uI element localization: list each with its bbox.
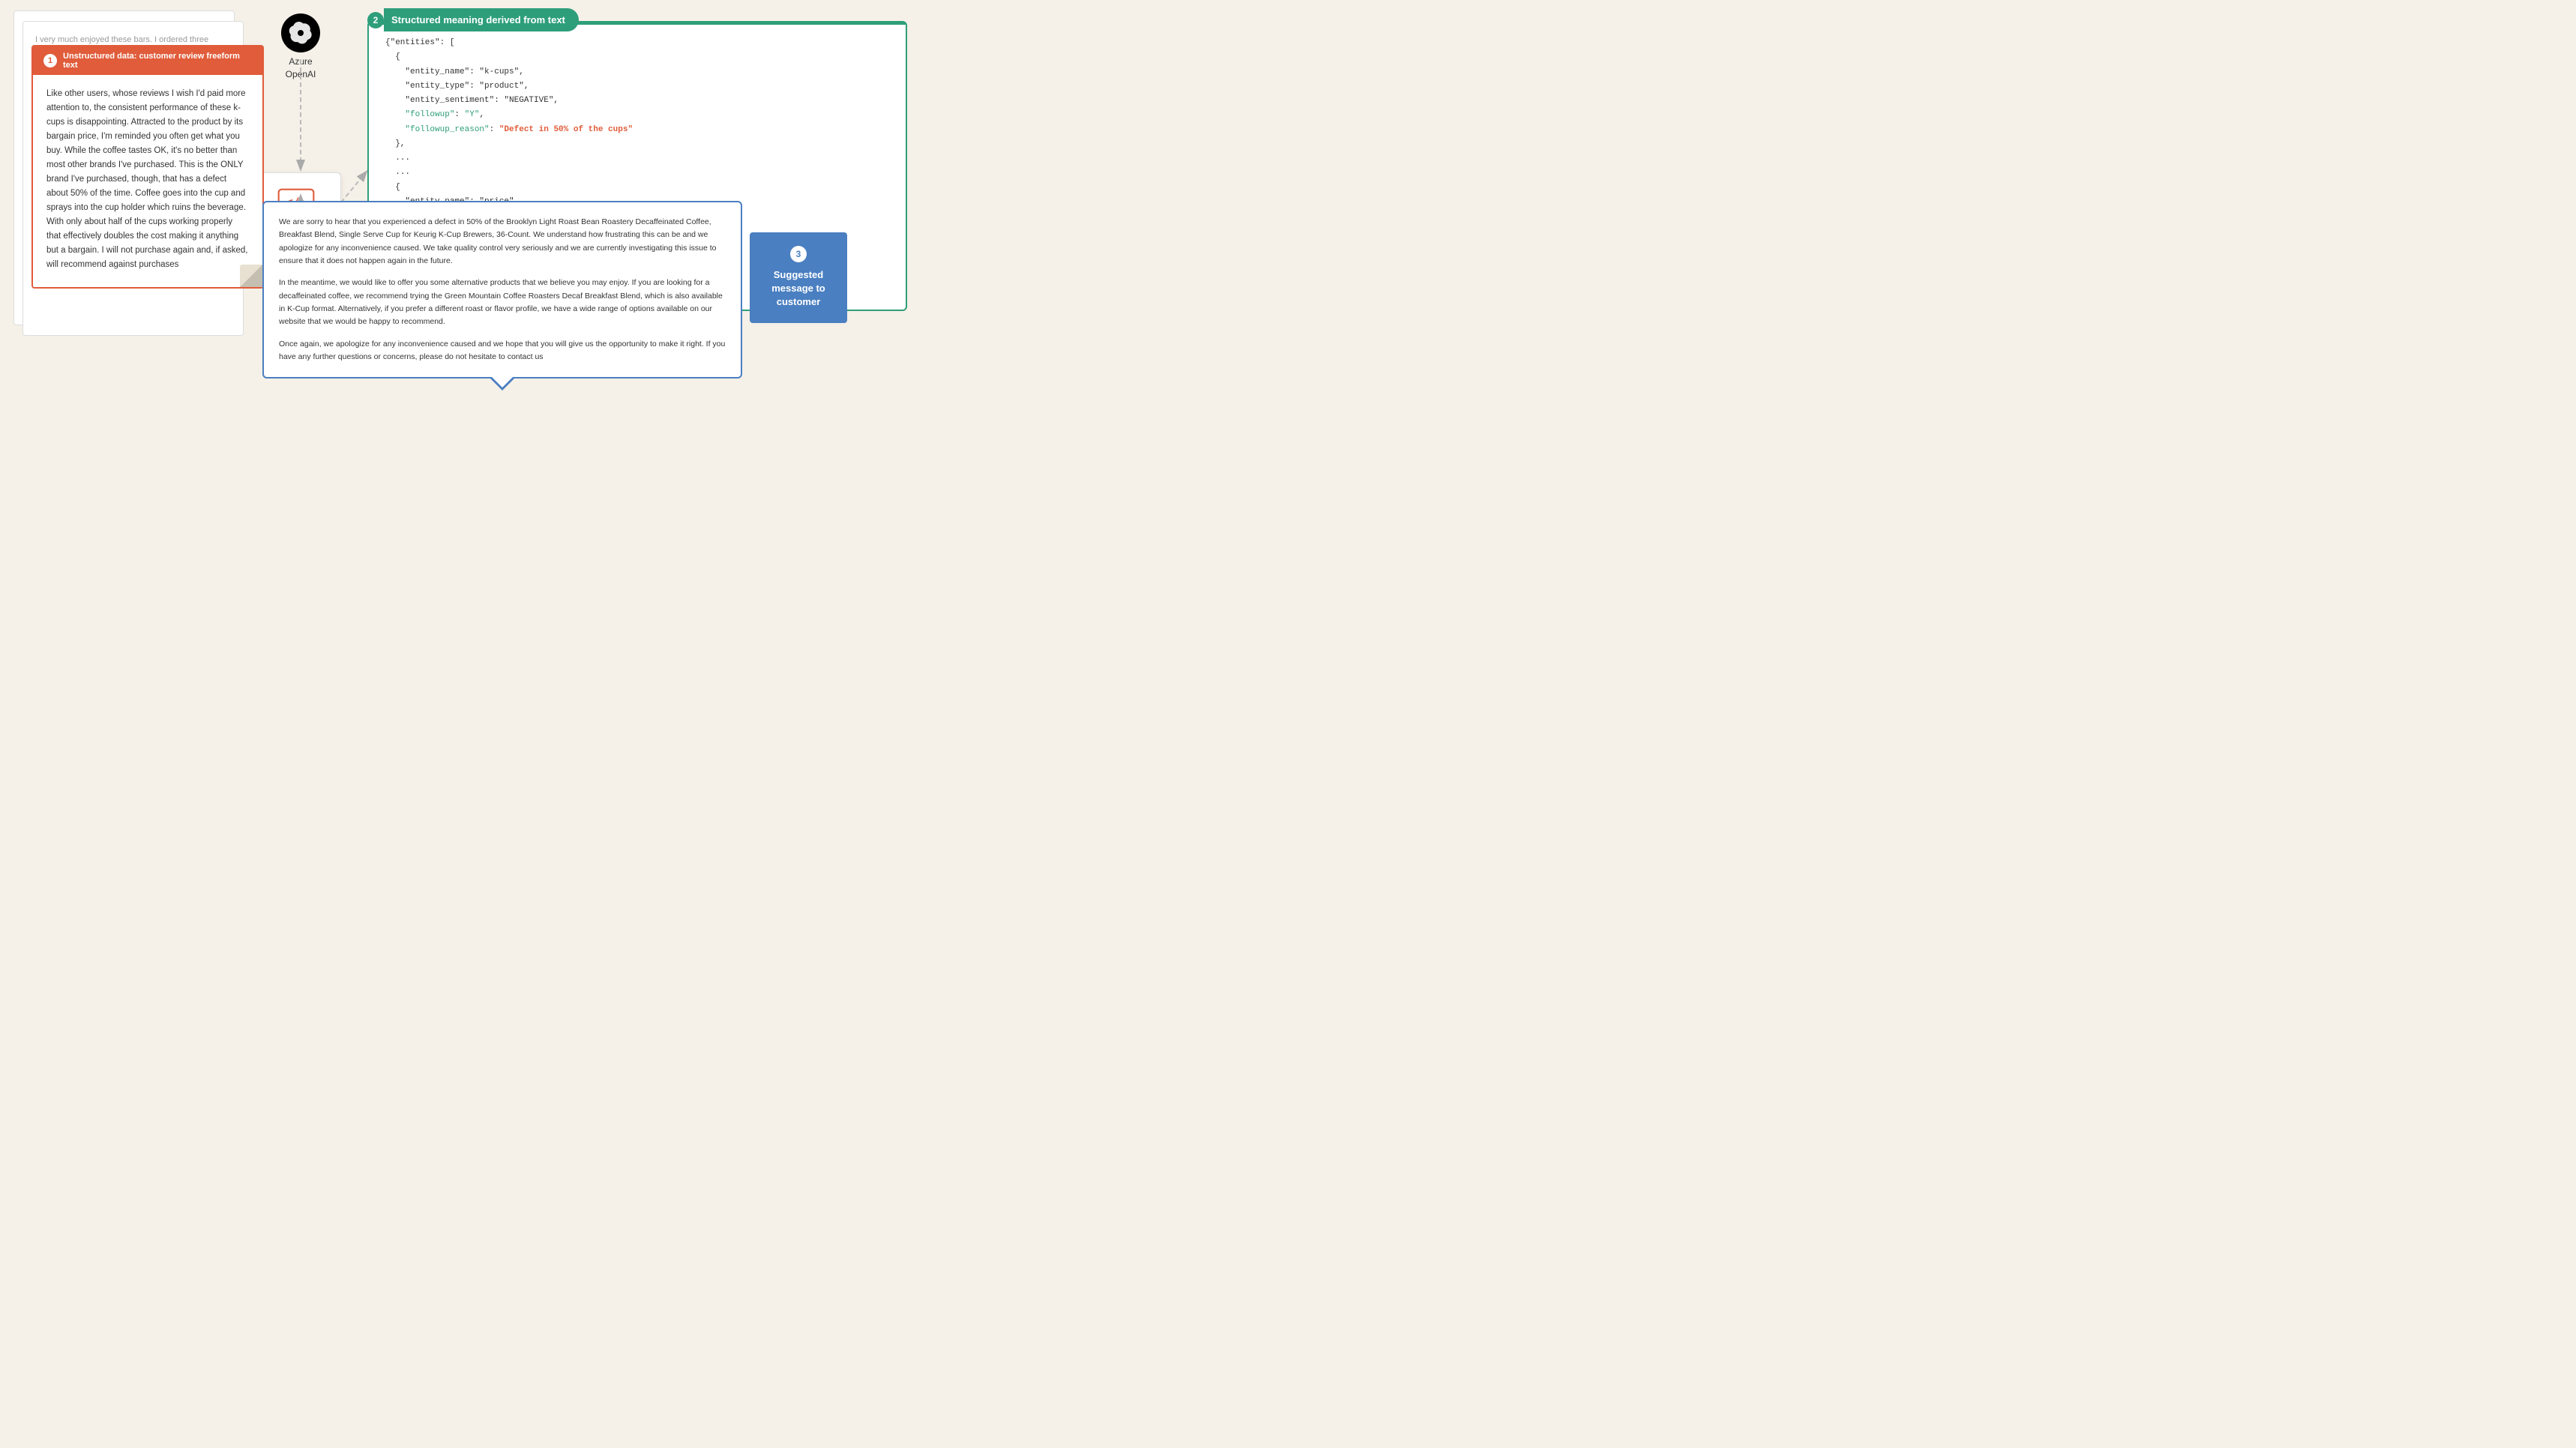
azure-label: AzureOpenAI bbox=[286, 55, 316, 81]
message-paragraph-2: In the meantime, we would like to offer … bbox=[279, 277, 726, 328]
badge-2: 2 bbox=[367, 12, 384, 28]
review-card-title: Unstructured data: customer review freef… bbox=[63, 52, 252, 70]
review-card: 1 Unstructured data: customer review fre… bbox=[31, 45, 264, 289]
json-card-title: Structured meaning derived from text bbox=[384, 8, 579, 31]
json-card-header: 2 Structured meaning derived from text bbox=[367, 8, 579, 31]
message-card: We are sorry to hear that you experience… bbox=[262, 201, 742, 378]
review-text: Like other users, whose reviews I wish I… bbox=[46, 89, 248, 269]
azure-logo-icon bbox=[281, 13, 320, 52]
review-card-body: Like other users, whose reviews I wish I… bbox=[33, 75, 262, 287]
message-paragraph-3: Once again, we apologize for any inconve… bbox=[279, 338, 726, 364]
azure-openai-logo: AzureOpenAI bbox=[281, 13, 320, 81]
review-card-header: 1 Unstructured data: customer review fre… bbox=[33, 46, 262, 75]
message-paragraph-1: We are sorry to hear that you experience… bbox=[279, 216, 726, 268]
suggested-label: 3 Suggested message to customer bbox=[750, 232, 847, 323]
suggested-label-text: Suggested message to customer bbox=[760, 268, 837, 310]
badge-3: 3 bbox=[790, 246, 807, 262]
badge-1: 1 bbox=[43, 54, 57, 67]
